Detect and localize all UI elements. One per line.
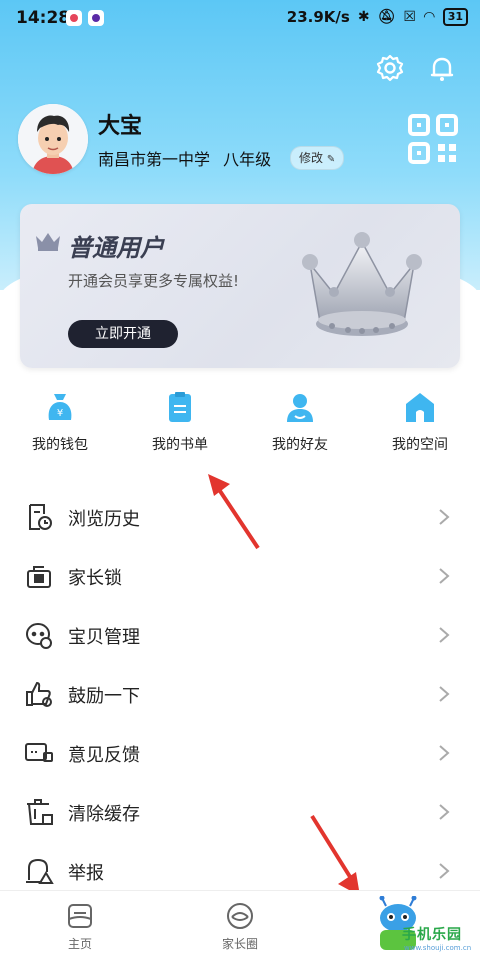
menu-item-feedback[interactable]: 意见反馈 xyxy=(0,724,480,783)
quick-actions: ¥ 我的钱包 我的书单 我的好友 我的空间 xyxy=(0,390,480,470)
profile-section: 大宝 南昌市第一中学 八年级 修改 ✎ xyxy=(18,104,462,176)
quick-label: 我的钱包 xyxy=(32,437,88,453)
network-speed: 23.9K/s xyxy=(286,8,350,26)
bell-icon[interactable] xyxy=(426,52,458,84)
tab-label: 家长圈 xyxy=(221,937,258,951)
tab-home[interactable]: 主页 xyxy=(0,891,160,961)
menu-label: 鼓励一下 xyxy=(68,685,140,707)
notification-app-icon xyxy=(66,10,82,26)
report-icon xyxy=(22,854,56,888)
watermark-text: 手机乐园 xyxy=(402,927,462,943)
menu-label: 意见反馈 xyxy=(68,744,140,766)
menu-label: 清除缓存 xyxy=(68,803,140,825)
history-icon xyxy=(22,500,56,534)
chevron-right-icon xyxy=(439,863,450,879)
user-name: 大宝 xyxy=(98,114,143,139)
gear-icon[interactable] xyxy=(374,52,406,84)
quick-friends[interactable]: 我的好友 xyxy=(240,390,360,470)
tab-label: 主页 xyxy=(67,937,92,951)
menu-item-baby-management[interactable]: 宝贝管理 xyxy=(0,606,480,665)
feedback-icon xyxy=(22,736,56,770)
edit-icon: ✎ xyxy=(326,154,336,165)
menu-item-parent-lock[interactable]: 家长锁 xyxy=(0,547,480,606)
watermark-url: www.shouji.com.cn xyxy=(404,944,472,952)
quick-space[interactable]: 我的空间 xyxy=(360,390,480,470)
grade-label: 八年级 xyxy=(223,150,272,169)
menu-label: 举报 xyxy=(68,862,104,884)
open-membership-button[interactable]: 立即开通 xyxy=(68,320,178,348)
parent-circle-icon xyxy=(227,903,253,929)
menu-item-encourage[interactable]: 鼓励一下 xyxy=(0,665,480,724)
svg-text:¥: ¥ xyxy=(57,408,63,419)
chevron-right-icon xyxy=(439,686,450,702)
quick-label: 我的好友 xyxy=(272,437,328,453)
status-right: 23.9K/s ✱ 🔕︎ ☒ ◠ 31 xyxy=(287,8,468,26)
mute-icon: 🔕︎ xyxy=(377,9,396,25)
avatar[interactable] xyxy=(18,104,88,174)
menu-label: 宝贝管理 xyxy=(68,626,140,648)
school-name: 南昌市第一中学 xyxy=(98,150,211,169)
sim-icon: ☒ xyxy=(403,9,416,25)
quick-label: 我的书单 xyxy=(152,437,208,453)
friend-icon xyxy=(283,390,317,424)
membership-title: 普通用户 xyxy=(68,234,164,262)
annotation-arrow xyxy=(208,474,260,550)
crown-small-icon xyxy=(36,233,60,251)
home-icon xyxy=(403,390,437,424)
edit-label: 修改 xyxy=(299,151,324,165)
membership-subtitle: 开通会员享更多专属权益! xyxy=(68,272,240,290)
home-tab-icon xyxy=(68,904,92,928)
battery-icon: 31 xyxy=(442,8,468,26)
wallet-icon: ¥ xyxy=(43,390,77,424)
menu-label: 家长锁 xyxy=(68,567,122,589)
crown-illustration xyxy=(302,232,422,336)
wifi-icon: ◠ xyxy=(423,9,435,25)
booklist-icon xyxy=(163,390,197,424)
chevron-right-icon xyxy=(439,568,450,584)
menu-label: 浏览历史 xyxy=(68,508,140,530)
trash-icon xyxy=(22,795,56,829)
quick-wallet[interactable]: ¥ 我的钱包 xyxy=(0,390,120,470)
lock-icon xyxy=(22,559,56,593)
user-school-line: 南昌市第一中学 八年级 xyxy=(98,146,271,170)
top-actions xyxy=(374,52,458,84)
menu-item-clear-cache[interactable]: 清除缓存 xyxy=(0,783,480,842)
bluetooth-icon: ✱ xyxy=(357,9,370,25)
membership-card[interactable]: 普通用户 开通会员享更多专属权益! 立即开通 xyxy=(20,204,460,368)
thumbs-up-icon xyxy=(22,677,56,711)
notification-app-icon-2 xyxy=(88,10,104,26)
chevron-right-icon xyxy=(439,804,450,820)
status-time: 14:28 xyxy=(16,8,71,28)
quick-booklist[interactable]: 我的书单 xyxy=(120,390,240,470)
chevron-right-icon xyxy=(439,745,450,761)
quick-label: 我的空间 xyxy=(392,437,448,453)
status-bar: 14:28 23.9K/s ✱ 🔕︎ ☒ ◠ 31 xyxy=(0,0,480,36)
baby-icon xyxy=(22,618,56,652)
tab-parent-circle[interactable]: 家长圈 xyxy=(160,891,320,961)
chevron-right-icon xyxy=(439,627,450,643)
edit-profile-button[interactable]: 修改 ✎ xyxy=(290,146,345,170)
qr-code-icon[interactable] xyxy=(406,112,460,166)
chevron-right-icon xyxy=(439,509,450,525)
annotation-arrow xyxy=(310,814,360,896)
